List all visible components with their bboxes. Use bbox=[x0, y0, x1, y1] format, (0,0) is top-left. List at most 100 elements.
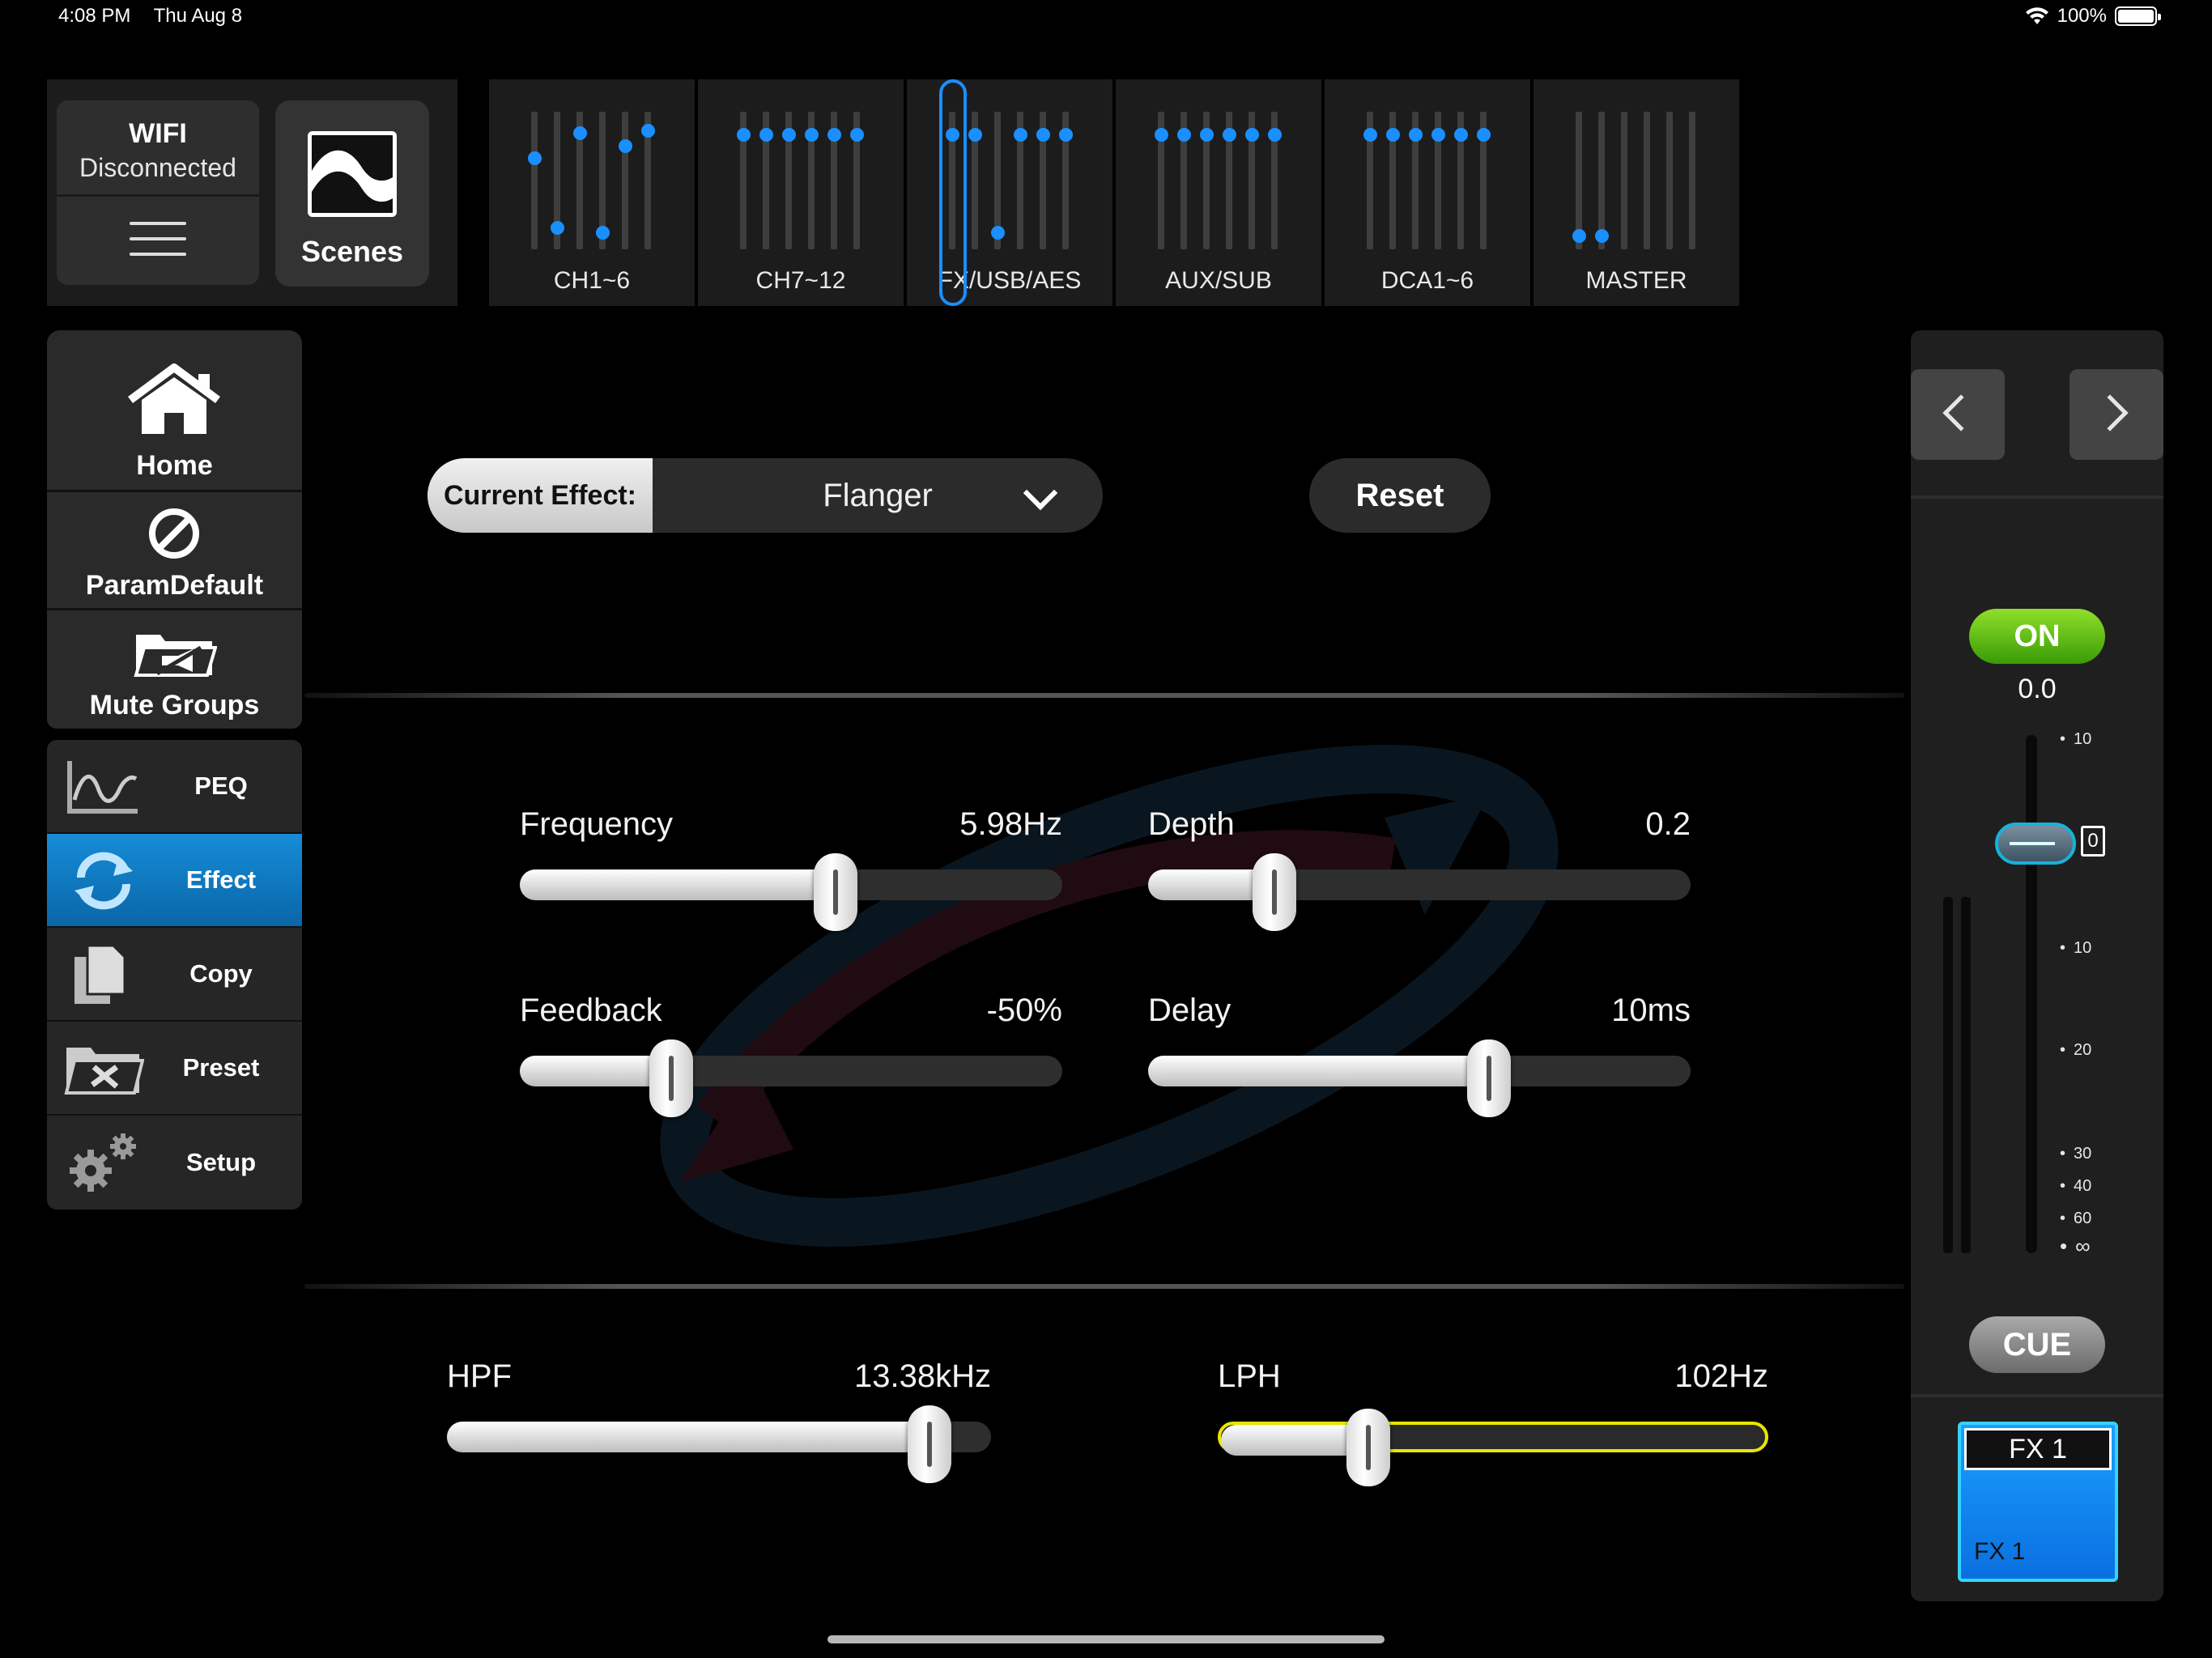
channel-fader-track[interactable] bbox=[2026, 735, 2037, 1253]
tab-label: CH1~6 bbox=[553, 267, 631, 294]
mini-fader-dot bbox=[1454, 128, 1468, 142]
tab-ch1-6[interactable]: CH1~6 bbox=[489, 79, 695, 306]
mini-faders bbox=[1155, 112, 1284, 249]
depth-thumb[interactable] bbox=[1253, 853, 1296, 931]
chevron-down-icon bbox=[1023, 475, 1058, 511]
tab-label: DCA1~6 bbox=[1380, 267, 1474, 294]
wifi-title: WIFI bbox=[129, 118, 187, 149]
mini-fader-dot bbox=[1409, 128, 1423, 142]
frequency-thumb[interactable] bbox=[814, 853, 857, 931]
tab-fx-usb-aes[interactable]: FX/USB/AES bbox=[907, 79, 1112, 306]
status-bar-right: 100% bbox=[2025, 5, 2161, 28]
depth-slider[interactable] bbox=[1148, 853, 1691, 931]
mini-fader-dot bbox=[850, 128, 864, 142]
effect-button[interactable]: Effect bbox=[47, 834, 302, 928]
home-label: Home bbox=[136, 450, 213, 481]
feedback-slider[interactable] bbox=[520, 1039, 1062, 1117]
selected-tab-indicator bbox=[939, 79, 967, 306]
copy-button[interactable]: Copy bbox=[47, 928, 302, 1022]
hpf-thumb[interactable] bbox=[908, 1405, 951, 1483]
chevron-left-icon bbox=[1942, 394, 1980, 432]
lph-param: LPH 102Hz bbox=[1218, 1358, 1768, 1486]
tab-dca1-6[interactable]: DCA1~6 bbox=[1325, 79, 1530, 306]
delay-thumb[interactable] bbox=[1467, 1039, 1511, 1117]
scale-mark: 10 bbox=[2060, 730, 2091, 749]
mini-faders bbox=[528, 112, 657, 249]
peq-label: PEQ bbox=[194, 772, 248, 800]
menu-icon[interactable] bbox=[130, 222, 186, 257]
gear-icon bbox=[70, 1133, 136, 1192]
mini-fader-dot bbox=[1200, 128, 1214, 142]
hpf-fill bbox=[447, 1422, 929, 1452]
status-time: 4:08 PM bbox=[58, 5, 131, 27]
folder-tools-icon bbox=[64, 1048, 144, 1095]
hpf-slider[interactable] bbox=[447, 1405, 991, 1483]
depth-name: Depth bbox=[1148, 806, 1235, 842]
menu-bottom-group: PEQ Effect Copy Preset Setup bbox=[47, 740, 302, 1209]
prohibit-icon bbox=[149, 508, 199, 559]
tab-ch7-12[interactable]: CH7~12 bbox=[698, 79, 904, 306]
frequency-name: Frequency bbox=[520, 806, 673, 842]
panel-divider bbox=[1911, 495, 2163, 499]
home-icon bbox=[128, 363, 220, 434]
on-button[interactable]: ON bbox=[1969, 609, 2105, 664]
mini-fader-dot bbox=[1155, 128, 1168, 142]
mini-fader-dot bbox=[1477, 128, 1491, 142]
feedback-name: Feedback bbox=[520, 993, 662, 1028]
effect-label: Effect bbox=[185, 865, 257, 894]
mini-fader-track bbox=[1621, 112, 1627, 249]
channel-fader-knob[interactable] bbox=[1995, 823, 2076, 865]
status-date: Thu Aug 8 bbox=[153, 5, 243, 27]
lph-slider[interactable] bbox=[1218, 1409, 1768, 1486]
effect-dropdown[interactable]: Flanger bbox=[653, 458, 1103, 533]
battery-icon bbox=[2115, 6, 2161, 26]
preset-button[interactable]: Preset bbox=[47, 1022, 302, 1116]
tab-label: FX/USB/AES bbox=[938, 267, 1082, 294]
hpf-value: 13.38kHz bbox=[854, 1358, 991, 1394]
wifi-icon bbox=[2025, 7, 2048, 24]
mini-faders bbox=[737, 112, 866, 249]
copy-label: Copy bbox=[189, 959, 253, 988]
lph-thumb[interactable] bbox=[1346, 1409, 1390, 1486]
delay-slider[interactable] bbox=[1148, 1039, 1691, 1117]
wifi-status-button[interactable]: WIFI Disconnected bbox=[57, 100, 259, 193]
tab-master[interactable]: MASTER bbox=[1534, 79, 1739, 306]
level-meter-right bbox=[1961, 897, 1971, 1253]
frequency-value: 5.98Hz bbox=[959, 806, 1062, 842]
tab-label: MASTER bbox=[1585, 267, 1687, 294]
wifi-panel: WIFI Disconnected bbox=[57, 100, 259, 285]
scenes-button[interactable]: Scenes bbox=[275, 100, 429, 287]
tab-aux-sub[interactable]: AUX/SUB bbox=[1116, 79, 1321, 306]
copy-icon bbox=[74, 944, 126, 1004]
frequency-slider[interactable] bbox=[520, 853, 1062, 931]
feedback-thumb[interactable] bbox=[649, 1039, 693, 1117]
effect-dropdown-value: Flanger bbox=[823, 478, 933, 513]
chevron-right-icon bbox=[2091, 394, 2129, 432]
prev-channel-button[interactable] bbox=[1911, 369, 2005, 460]
mute-groups-label: Mute Groups bbox=[89, 690, 260, 721]
mini-fader-dot bbox=[1177, 128, 1191, 142]
frequency-fill bbox=[520, 869, 836, 900]
home-button[interactable]: Home bbox=[47, 330, 302, 492]
mute-groups-button[interactable]: Mute Groups bbox=[47, 610, 302, 729]
mini-fader-dot bbox=[551, 221, 564, 235]
home-indicator[interactable] bbox=[827, 1635, 1385, 1643]
preset-label: Preset bbox=[182, 1053, 260, 1082]
frequency-param: Frequency 5.98Hz bbox=[520, 806, 1062, 931]
next-channel-button[interactable] bbox=[2069, 369, 2163, 460]
mini-fader-track bbox=[622, 112, 628, 249]
scenes-label: Scenes bbox=[300, 235, 404, 268]
param-default-button[interactable]: ParamDefault bbox=[47, 492, 302, 610]
setup-label: Setup bbox=[185, 1148, 257, 1176]
mini-fader-dot bbox=[805, 128, 819, 142]
mini-fader-dot bbox=[1431, 128, 1445, 142]
setup-button[interactable]: Setup bbox=[47, 1116, 302, 1209]
mini-fader-dot bbox=[596, 226, 610, 240]
tab-label: CH7~12 bbox=[755, 267, 846, 294]
status-bar-left: 4:08 PM Thu Aug 8 bbox=[58, 5, 260, 28]
delay-name: Delay bbox=[1148, 993, 1231, 1028]
cue-button[interactable]: CUE bbox=[1969, 1316, 2105, 1373]
reset-button[interactable]: Reset bbox=[1309, 458, 1491, 533]
fx-channel-tile[interactable]: FX 1 FX 1 bbox=[1958, 1422, 2118, 1582]
peq-button[interactable]: PEQ bbox=[47, 740, 302, 834]
